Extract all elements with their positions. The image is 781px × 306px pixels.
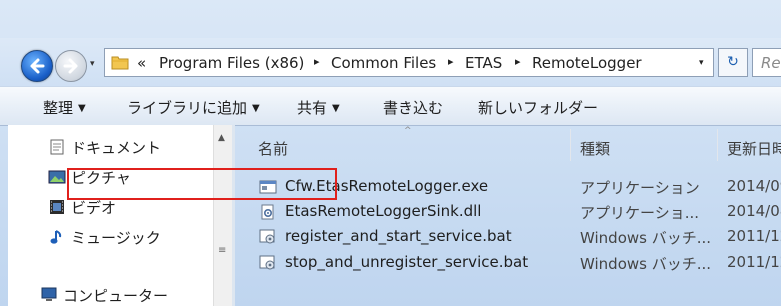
bat-icon xyxy=(259,229,275,244)
forward-button[interactable] xyxy=(55,50,87,82)
file-name: EtasRemoteLoggerSink.dll xyxy=(285,202,482,220)
sidebar-item-documents[interactable]: ドキュメント xyxy=(48,137,161,158)
pictures-icon xyxy=(48,170,66,184)
file-name: register_and_start_service.bat xyxy=(285,227,512,245)
file-type: Windows バッチ... xyxy=(580,255,712,273)
folder-icon xyxy=(111,56,129,70)
organize-label: 整理 xyxy=(43,99,74,117)
sidebar-item-computer[interactable]: コンピューター xyxy=(40,285,168,306)
file-type: アプリケーショ... xyxy=(580,204,700,222)
organize-button[interactable]: 整理 ▼ xyxy=(43,97,86,118)
file-name: stop_and_unregister_service.bat xyxy=(285,253,529,271)
sidebar-item-label: ミュージック xyxy=(71,229,161,247)
column-separator[interactable] xyxy=(717,129,718,161)
breadcrumb-overflow[interactable]: « xyxy=(137,54,146,72)
back-button[interactable] xyxy=(21,50,53,82)
sidebar-item-music[interactable]: ミュージック xyxy=(48,227,161,248)
search-input[interactable]: Re xyxy=(752,48,781,77)
column-header-date[interactable]: 更新日時 xyxy=(727,138,781,159)
add-to-library-button[interactable]: ライブラリに追加 ▼ xyxy=(127,97,260,118)
video-icon xyxy=(50,200,64,214)
breadcrumb-etas[interactable]: ETAS xyxy=(465,54,502,72)
pane-divider[interactable] xyxy=(232,125,235,306)
sidebar-item-label: ビデオ xyxy=(71,199,117,217)
refresh-button[interactable]: ↻ xyxy=(718,48,748,77)
column-header-name[interactable]: 名前 xyxy=(258,138,288,159)
sidebar-item-videos[interactable]: ビデオ xyxy=(48,197,116,218)
dropdown-arrow-icon: ▼ xyxy=(78,103,86,114)
scroll-grip-icon[interactable]: ≡ xyxy=(218,245,226,256)
file-date: 2014/08 xyxy=(727,202,781,220)
breadcrumb-separator-icon[interactable]: ▸ xyxy=(448,55,454,68)
burn-button[interactable]: 書き込む xyxy=(383,97,443,118)
annotation-highlight-box xyxy=(67,168,337,200)
file-type: アプリケーション xyxy=(580,179,700,197)
column-separator[interactable] xyxy=(570,129,571,161)
scroll-up-icon[interactable]: ▲ xyxy=(218,133,225,143)
computer-icon xyxy=(41,287,57,301)
address-dropdown-icon[interactable]: ▾ xyxy=(699,58,704,68)
burn-label: 書き込む xyxy=(383,99,444,117)
new-folder-label: 新しいフォルダー xyxy=(478,99,599,117)
document-icon xyxy=(50,139,64,155)
add-to-library-label: ライブラリに追加 xyxy=(127,99,248,117)
bat-icon xyxy=(259,255,275,270)
share-button[interactable]: 共有 ▼ xyxy=(297,97,340,118)
address-bar[interactable]: « Program Files (x86) ▸ Common Files ▸ E… xyxy=(104,48,714,77)
new-folder-button[interactable]: 新しいフォルダー xyxy=(478,97,598,118)
breadcrumb-separator-icon[interactable]: ▸ xyxy=(314,55,320,68)
refresh-icon: ↻ xyxy=(727,54,739,70)
file-date: 2011/12 xyxy=(727,227,781,245)
dropdown-arrow-icon: ▼ xyxy=(252,103,260,114)
breadcrumb-program-files[interactable]: Program Files (x86) xyxy=(159,54,304,72)
navigation-scrollbar[interactable]: ▲ ≡ xyxy=(213,125,232,306)
file-row[interactable]: EtasRemoteLoggerSink.dll アプリケーショ... 2014… xyxy=(255,201,781,223)
sort-ascending-icon: ^ xyxy=(404,126,412,136)
dll-icon xyxy=(261,204,274,220)
breadcrumb-separator-icon[interactable]: ▸ xyxy=(515,55,521,68)
share-label: 共有 xyxy=(297,99,328,117)
back-arrow-icon xyxy=(30,58,45,74)
history-dropdown-icon[interactable]: ▾ xyxy=(90,59,95,69)
breadcrumb-remotelogger[interactable]: RemoteLogger xyxy=(532,54,642,72)
column-header-type[interactable]: 種類 xyxy=(580,138,610,159)
sidebar-item-label: コンピューター xyxy=(63,287,169,305)
file-type: Windows バッチ... xyxy=(580,229,712,247)
breadcrumb-common-files[interactable]: Common Files xyxy=(331,54,436,72)
forward-arrow-icon xyxy=(63,58,78,74)
file-date: 2014/09 xyxy=(727,177,781,195)
file-row[interactable]: register_and_start_service.bat Windows バ… xyxy=(255,226,781,248)
file-row[interactable]: stop_and_unregister_service.bat Windows … xyxy=(255,252,781,274)
file-date: 2011/12 xyxy=(727,253,781,271)
dropdown-arrow-icon: ▼ xyxy=(332,103,340,114)
sidebar-item-label: ドキュメント xyxy=(71,139,162,157)
music-icon xyxy=(50,230,62,244)
